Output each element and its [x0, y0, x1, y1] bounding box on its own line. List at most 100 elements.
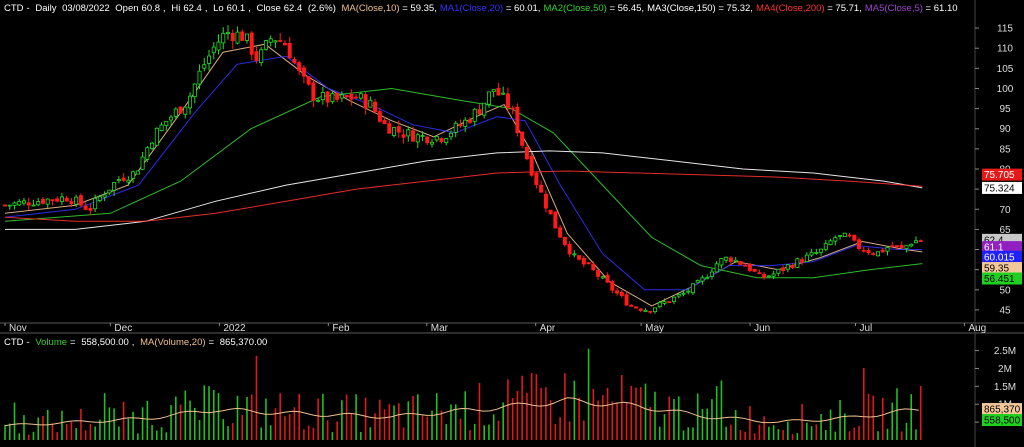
candle-down — [88, 207, 93, 211]
candle-up — [819, 248, 824, 253]
stock-chart[interactable]: 4550556065707580859095100105110115 NovDe… — [0, 0, 1024, 447]
candle-up — [695, 280, 700, 283]
candle-down — [790, 264, 795, 269]
date-tick-label: Aug — [968, 323, 986, 334]
candle-down — [335, 92, 340, 100]
candle-up — [472, 108, 477, 122]
candle-up — [97, 196, 102, 201]
candle-down — [534, 172, 539, 186]
candle-down — [325, 91, 330, 103]
candle-up — [491, 89, 496, 93]
candle-up — [211, 46, 216, 54]
candle-up — [36, 201, 41, 206]
candle-up — [202, 64, 207, 69]
candle-down — [581, 257, 586, 265]
candle-down — [781, 267, 786, 271]
volume-ma-label: MA(Volume,20) — [140, 337, 206, 348]
candle-down — [282, 42, 287, 46]
candle-up — [150, 142, 155, 149]
candle-up — [463, 119, 468, 127]
date-label: 03/08/2022 — [62, 3, 110, 14]
price-tag: 558,500 — [982, 414, 1022, 427]
candle-down — [880, 249, 885, 253]
candle-up — [183, 106, 188, 115]
ma-legend-label: MA4(Close,200) — [755, 3, 825, 14]
candlesticks — [3, 25, 923, 314]
candle-down — [610, 281, 615, 291]
candle-down — [344, 95, 349, 98]
candle-down — [373, 101, 378, 113]
price-tick-label: 115 — [997, 24, 1013, 35]
candle-up — [676, 294, 681, 297]
candle-up — [116, 179, 121, 182]
open-value: 60.8 — [141, 3, 161, 14]
candle-up — [273, 40, 278, 43]
candle-down — [757, 272, 762, 275]
candle-up — [662, 301, 667, 304]
candle-down — [861, 249, 866, 252]
volume-ma-value: 865,370.00 — [219, 337, 268, 348]
candle-up — [833, 237, 838, 242]
candle-down — [411, 130, 416, 142]
ma-legend-label: MA5(Close,5) — [864, 3, 923, 14]
candle-up — [795, 258, 800, 268]
candle-down — [477, 109, 482, 115]
candle-up — [501, 92, 506, 95]
candle-up — [259, 49, 264, 64]
price-tick-label: 105 — [997, 64, 1014, 75]
candle-down — [747, 263, 752, 272]
candle-down — [752, 268, 757, 272]
price-tag-label: 56.451 — [984, 274, 1015, 285]
volume-value: 558,500.00 — [81, 337, 129, 348]
ma-legend-value: = 59.35, — [399, 3, 437, 14]
candle-down — [529, 156, 534, 176]
candle-down — [539, 184, 544, 193]
candle-up — [135, 170, 140, 175]
ma-line — [4, 170, 923, 222]
candle-up — [771, 273, 776, 277]
candle-up — [221, 32, 226, 44]
candle-up — [74, 196, 79, 205]
candle-down — [510, 107, 515, 110]
low-value: 60.1 — [226, 3, 246, 14]
candle-up — [885, 247, 890, 252]
candle-up — [430, 141, 435, 145]
candle-down — [629, 304, 634, 307]
candle-down — [396, 126, 401, 133]
date-tick-label: Jun — [754, 323, 770, 334]
price-tick-label: 100 — [997, 84, 1014, 95]
date-tick-label: Apr — [540, 323, 556, 334]
candle-down — [648, 310, 653, 313]
candle-up — [368, 99, 373, 108]
candle-down — [50, 199, 55, 202]
candle-up — [681, 292, 686, 295]
candle-up — [17, 201, 22, 206]
candle-up — [235, 31, 240, 44]
date-tick-label: Dec — [114, 323, 132, 334]
candle-down — [387, 123, 392, 134]
candle-down — [439, 137, 444, 142]
ma-line — [4, 55, 923, 291]
date-tick-label: Feb — [332, 323, 350, 334]
high-value: 62.4 — [183, 3, 202, 14]
candle-down — [586, 262, 591, 265]
candle-down — [249, 32, 254, 55]
candle-up — [705, 277, 710, 280]
candle-down — [287, 43, 292, 59]
candle-down — [297, 62, 302, 71]
candle-up — [686, 290, 691, 293]
candle-up — [804, 254, 809, 262]
candle-down — [178, 106, 183, 114]
ma-legend-value: = 61.10 — [922, 3, 958, 14]
candle-up — [107, 189, 112, 194]
candle-up — [268, 38, 273, 43]
candle-up — [406, 129, 411, 137]
candle-down — [667, 301, 672, 304]
candle-down — [762, 273, 767, 278]
candle-up — [434, 136, 439, 141]
candle-up — [21, 200, 26, 204]
candle-up — [733, 259, 738, 262]
price-tag-label: 60.015 — [984, 252, 1015, 263]
candle-up — [145, 147, 150, 160]
date-axis: Nov Dec 2022 Feb Mar Apr May Jun Jul Aug — [4, 323, 986, 334]
